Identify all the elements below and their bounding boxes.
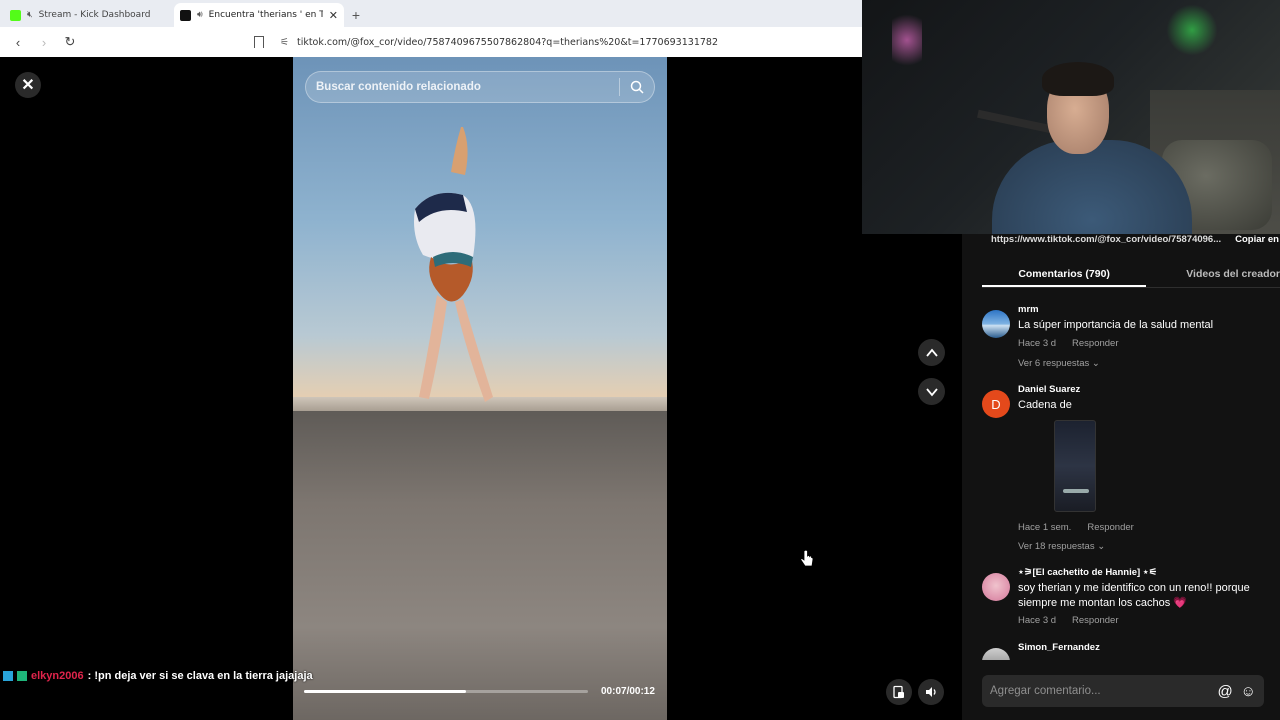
tab-tiktok[interactable]: 🔊︎ Encuentra 'therians ' en TikTok ✕ [174, 3, 344, 27]
share-url-row: https://www.tiktok.com/@fox_cor/video/75… [962, 234, 1280, 250]
comment-meta: Hace 3 d Responder [1018, 615, 1119, 626]
jumping-person-figure [414, 127, 493, 402]
comment-text: Cadena de [1018, 399, 1072, 411]
speaker-icon: 🔊︎ [197, 10, 203, 20]
back-icon[interactable]: ‹ [8, 32, 28, 52]
comment-text: soy therian y me identifico con un reno!… [1018, 581, 1280, 611]
panel-tabs: Comentarios (790) Videos del creador [982, 262, 1280, 288]
view-replies-button[interactable]: Ver 18 respuestas ⌄ [1018, 541, 1105, 552]
comment-text-body: soy therian y me identifico con un reno!… [1018, 582, 1250, 609]
comment-time: Hace 3 d [1018, 338, 1057, 349]
chat-text: : !pn deja ver si se clava en la tierra … [87, 670, 313, 682]
speaker-icon [926, 687, 936, 697]
tiktok-favicon-icon [180, 9, 191, 21]
chat-badge-icon [3, 671, 13, 681]
comment-author[interactable]: Daniel Suarez [1018, 384, 1080, 395]
video-player[interactable]: Buscar contenido relacionado 00:07/00:12 [293, 57, 667, 720]
next-video-button[interactable] [918, 378, 945, 405]
heart-emoji-icon: 💗 [1173, 597, 1187, 609]
thumbnail-bar [1063, 489, 1089, 493]
webcam-overlay [862, 0, 1280, 234]
avatar[interactable] [982, 573, 1010, 601]
volume-button[interactable] [918, 679, 944, 705]
avatar[interactable] [982, 310, 1010, 338]
streamer-hair [1042, 62, 1114, 96]
search-placeholder: Buscar contenido relacionado [316, 81, 481, 93]
comment-meta: Hace 1 sem. Responder [1018, 522, 1134, 533]
microphone-arm [977, 109, 1057, 135]
tab-title: Encuentra 'therians ' en TikTok [208, 10, 323, 20]
related-search-bar[interactable]: Buscar contenido relacionado [305, 71, 655, 103]
comment-image-thumbnail[interactable] [1054, 420, 1096, 512]
stream-chat-message: elkyn2006 : !pn deja ver si se clava en … [3, 670, 313, 682]
pip-icon [893, 685, 904, 699]
address-bar[interactable]: ⚟ tiktok.com/@fox_cor/video/758740967550… [254, 30, 854, 54]
video-time: 00:07/00:12 [601, 686, 655, 697]
add-comment-box[interactable]: Agregar comentario... @ ☺ [982, 675, 1264, 707]
reply-button[interactable]: Responder [1072, 615, 1118, 626]
video-progress-fill [304, 690, 466, 693]
mention-icon[interactable]: @ [1217, 683, 1232, 700]
comment-time: Hace 3 d [1018, 615, 1057, 626]
beach-sand [293, 411, 667, 720]
muted-speaker-icon: 🔇︎ [27, 10, 33, 20]
browser-chrome: 🔇︎ Stream - Kick Dashboard 🔊︎ Encuentra … [0, 0, 862, 57]
comment-author[interactable]: mrm [1018, 304, 1039, 315]
reply-button[interactable]: Responder [1087, 522, 1133, 533]
hand-cursor-icon [800, 549, 814, 567]
tab-title: Stream - Kick Dashboard [38, 10, 151, 20]
url-text: tiktok.com/@fox_cor/video/75874096755078… [296, 36, 718, 48]
reply-button[interactable]: Responder [1072, 338, 1118, 349]
comment-text: La súper importancia de la salud mental [1018, 319, 1214, 331]
comments-panel: https://www.tiktok.com/@fox_cor/video/75… [962, 234, 1280, 720]
chevron-down-icon [925, 387, 938, 396]
video-progress-bar[interactable] [304, 690, 588, 693]
avatar[interactable]: D [982, 390, 1010, 418]
tab-comments[interactable]: Comentarios (790) [982, 262, 1147, 287]
add-comment-input[interactable]: Agregar comentario... [990, 685, 1209, 697]
comment-meta: Hace 3 d Responder [1018, 338, 1119, 349]
picture-in-picture-button[interactable] [886, 679, 912, 705]
comment-author[interactable]: Simon_Fernandez [1018, 642, 1100, 653]
share-url: https://www.tiktok.com/@fox_cor/video/75… [991, 234, 1222, 245]
comment-list: mrm La súper importancia de la salud men… [962, 298, 1280, 660]
chevron-up-icon [925, 348, 938, 357]
chat-username: elkyn2006 [31, 670, 84, 682]
search-icon[interactable] [620, 72, 654, 102]
bookmark-icon[interactable] [254, 36, 264, 48]
tab-creator-videos[interactable]: Videos del creador [1186, 262, 1280, 287]
new-tab-button[interactable]: + [344, 3, 368, 27]
screen: 🔇︎ Stream - Kick Dashboard 🔊︎ Encuentra … [0, 0, 1280, 720]
pink-led-lights [892, 0, 922, 80]
previous-video-button[interactable] [918, 339, 945, 366]
copy-link-button[interactable]: Copiar en [1235, 234, 1279, 250]
comment-author[interactable]: ⋆⚞[El cachetito de Hannie] ⋆⚟ [1018, 567, 1157, 578]
tab-kick-dashboard[interactable]: 🔇︎ Stream - Kick Dashboard [4, 3, 174, 27]
avatar[interactable] [982, 648, 1010, 660]
navigation-bar: ‹ › ↻ ⚟ tiktok.com/@fox_cor/video/758740… [0, 27, 862, 57]
tab-strip: 🔇︎ Stream - Kick Dashboard 🔊︎ Encuentra … [0, 0, 862, 27]
site-settings-icon[interactable]: ⚟ [280, 37, 289, 48]
close-tab-icon[interactable]: ✕ [329, 9, 338, 22]
view-replies-button[interactable]: Ver 6 respuestas ⌄ [1018, 358, 1100, 369]
reload-icon[interactable]: ↻ [60, 32, 80, 52]
comment-time: Hace 1 sem. [1018, 522, 1072, 533]
green-led-lights [1162, 0, 1222, 60]
forward-icon[interactable]: › [34, 32, 54, 52]
emoji-icon[interactable]: ☺ [1241, 683, 1256, 700]
subscriber-badge-icon [17, 671, 27, 681]
close-video-button[interactable]: ✕ [15, 72, 41, 98]
kick-favicon-icon [10, 9, 21, 21]
